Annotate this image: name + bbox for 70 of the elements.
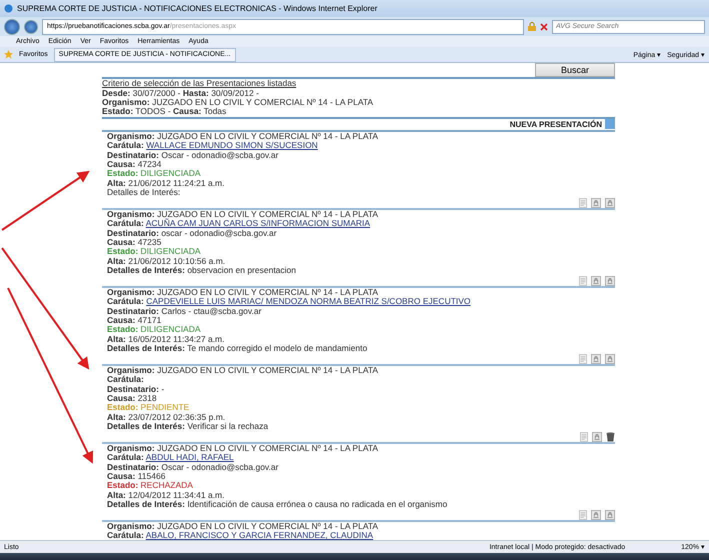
record-field: Alta: 21/06/2012 11:24:21 a.m. (107, 178, 225, 188)
record-field: Alta: 12/04/2012 11:34:41 a.m. (107, 490, 225, 500)
case-link[interactable]: WALLACE EDMUNDO SIMON S/SUCESION (146, 140, 318, 150)
record-field: Destinatario: Carlos - ctau@scba.gov.ar (107, 306, 262, 316)
status-value: PENDIENTE (140, 402, 190, 412)
record-field: Causa: 47234 (107, 160, 162, 170)
record-field: Alta: 23/07/2012 02:36:35 p.m. (107, 412, 226, 422)
record-field: Causa: 2318 (107, 394, 157, 404)
stamp-icon[interactable] (605, 198, 615, 208)
caption-line: Carátula: WALLACE EDMUNDO SIMON S/SUCESION (107, 141, 318, 151)
star-icon (4, 50, 13, 59)
record-field: Organismo: JUZGADO EN LO CIVIL Y COMERCIAL Nº 14 - LA PLATA (107, 444, 378, 454)
record-field: Destinatario: - (107, 384, 164, 394)
record-field: Organismo: JUZGADO EN LO CIVIL Y COMERCIAL Nº 14 - LA PLATA (107, 522, 378, 532)
criteria-line: Desde: 30/07/2000 - Hasta: 30/09/2012 - (102, 88, 259, 98)
stamp-icon[interactable] (605, 276, 615, 286)
field-label: Estado: (107, 246, 138, 256)
trash-icon[interactable] (606, 432, 615, 442)
criteria-title: Criterio de selección de las Presentaciones listadas (102, 79, 296, 89)
record-field: Detalles de Interés: Verificar si la rechaza (107, 422, 268, 432)
field-label: Estado: (107, 168, 138, 178)
record-field: Causa: 47235 (107, 238, 162, 248)
stamp-icon[interactable] (591, 510, 601, 520)
caption-line: Carátula: (107, 375, 144, 385)
stamp-icon[interactable] (592, 432, 602, 442)
caption-line: Carátula: ABDUL HADI, RAFAEL (107, 453, 234, 463)
status-value: DILIGENCIADA (140, 324, 201, 334)
lock-icon (528, 22, 536, 31)
caption-line: Carátula: ACUÑA CAM JUAN CARLOS S/INFORMACION SUMARIA (107, 219, 370, 229)
stamp-icon[interactable] (591, 354, 601, 364)
new-presentation-link[interactable]: NUEVA PRESENTACIÓN (510, 120, 602, 129)
caption-line: Carátula: ABALO, FRANCISCO Y GARCIA FERNANDEZ, CLAUDINA (107, 531, 374, 540)
record-field: Organismo: JUZGADO EN LO CIVIL Y COMERCIAL Nº 14 - LA PLATA (107, 288, 378, 298)
stamp-icon[interactable] (605, 354, 615, 364)
case-link[interactable]: ACUÑA CAM JUAN CARLOS S/INFORMACION SUMARIA (146, 218, 370, 228)
record-field: Alta: 21/06/2012 10:10:56 a.m. (107, 256, 226, 266)
record-field: Detalles de Interés: (107, 188, 180, 198)
status-value: DILIGENCIADA (140, 168, 201, 178)
field-label: Estado: (107, 324, 138, 334)
field-label: Estado: (107, 402, 138, 412)
close-icon[interactable] (540, 22, 548, 30)
field-label: Estado: (107, 480, 138, 490)
case-link[interactable]: ABALO, FRANCISCO Y GARCIA FERNANDEZ, CLAUDINA (146, 530, 374, 540)
window-title: SUPREMA CORTE DE JUSTICIA - NOTIFICACIONES ELECTRONICAS - Windows Internet Explorer (17, 4, 378, 13)
criteria-line: Estado: TODOS - Causa: Todas (102, 107, 226, 117)
stamp-icon[interactable] (591, 276, 601, 286)
record-field: Destinatario: oscar - odonadio@scba.gov.ar (107, 228, 277, 238)
record-field: Detalles de Interés: observacion en presentacion (107, 266, 296, 276)
record-field: Destinatario: Oscar - odonadio@scba.gov.ar (107, 462, 278, 472)
record-field: Organismo: JUZGADO EN LO CIVIL Y COMERCIAL Nº 14 - LA PLATA (107, 210, 378, 220)
record-field: Causa: 115466 (107, 472, 166, 482)
case-link[interactable]: ABDUL HADI, RAFAEL (146, 452, 234, 462)
browser-icon (4, 4, 13, 13)
caption-line: Carátula: CAPDEVIELLE LUIS MARIAC/ MENDOZA NORMA BEATRIZ S/COBRO EJECUTIVO (107, 297, 471, 307)
record-field: Alta: 16/05/2012 11:34:27 a.m. (107, 334, 225, 344)
status-value: RECHAZADA (140, 480, 193, 490)
stamp-icon[interactable] (591, 198, 601, 208)
record-field: Organismo: JUZGADO EN LO CIVIL Y COMERCIAL Nº 14 - LA PLATA (107, 366, 378, 376)
status-value: DILIGENCIADA (140, 246, 201, 256)
back-button[interactable] (4, 18, 20, 34)
record-field: Causa: 47171 (107, 316, 162, 326)
stamp-icon[interactable] (605, 510, 615, 520)
search-button[interactable]: Buscar (535, 63, 615, 77)
record-field: Detalles de Interés: Identificación de causa errónea o causa no radicada en el organismo (107, 500, 448, 510)
record-field: Detalles de Interés: Te mando corregido el modelo de mandamiento (107, 344, 368, 354)
forward-button[interactable] (24, 20, 38, 34)
record-field: Organismo: JUZGADO EN LO CIVIL Y COMERCIAL Nº 14 - LA PLATA (107, 132, 378, 142)
criteria-line: Organismo: JUZGADO EN LO CIVIL Y COMERCIAL Nº 14 - LA PLATA (102, 98, 374, 108)
record-field: Destinatario: Oscar - odonadio@scba.gov.ar (107, 150, 278, 160)
case-link[interactable]: CAPDEVIELLE LUIS MARIAC/ MENDOZA NORMA BEATRIZ S/COBRO EJECUTIVO (146, 296, 471, 306)
